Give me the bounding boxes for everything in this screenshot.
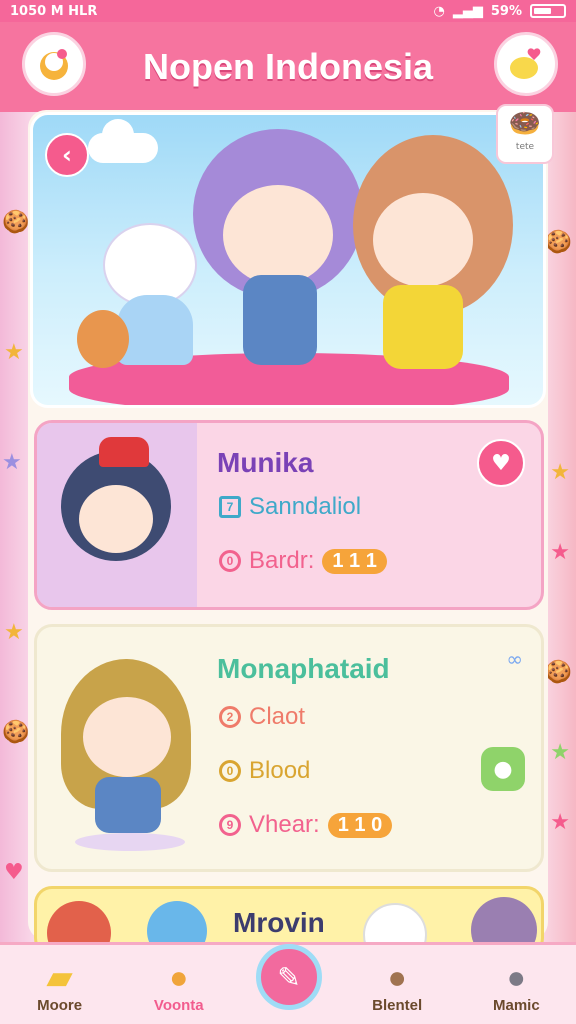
heart-icon: ♥ [4, 860, 24, 885]
favorite-button[interactable]: ♥ [477, 439, 525, 487]
profile-icon: ● [506, 959, 526, 995]
battery-icon [530, 4, 566, 18]
stat-icon: 9 [219, 814, 241, 836]
star-icon: ★ [550, 810, 570, 835]
character-name: Munika [217, 447, 314, 478]
edit-button[interactable]: ✎ [256, 944, 322, 1010]
heart-icon: ♥ [491, 450, 511, 476]
avatar-body [95, 777, 161, 833]
cookie-icon: 🍪 [544, 230, 572, 255]
cloud-decoration [88, 119, 158, 163]
stat-row: 9 Vhear: 1 1 0 [219, 811, 393, 839]
mascot-logo-icon[interactable] [22, 32, 86, 96]
star-icon: ★ [2, 450, 22, 475]
stat-label: Vhear: [249, 811, 320, 838]
character-face-illustration [373, 193, 473, 287]
stat-icon: 0 [219, 760, 241, 782]
stat-row: 2 Claot [219, 703, 305, 731]
link-icon[interactable]: ∞ [506, 647, 523, 671]
stat-icon: 0 [219, 550, 241, 572]
stat-icon: 2 [219, 706, 241, 728]
hero-banner: ‹ [30, 112, 546, 408]
bear-illustration [77, 310, 129, 368]
avatar-face [83, 697, 171, 777]
wifi-icon: ◔ [433, 3, 445, 19]
nav-label: Voonta [153, 997, 204, 1014]
character-card[interactable]: Munika 7 Sanndaliol 0 Bardr: 1 1 1 ♥ [34, 420, 544, 610]
apple-icon[interactable]: ● [481, 747, 525, 791]
nav-label: Mamic [493, 997, 540, 1014]
ghost-body-illustration [117, 295, 193, 365]
character-card[interactable]: Monaphataid 2 Claot 0 Blood 9 Vhear: 1 1… [34, 624, 544, 872]
stat-label: Sanndaliol [249, 493, 362, 520]
chat-heart-icon[interactable] [494, 32, 558, 96]
nav-item-voonta[interactable]: ● Voonta [129, 957, 229, 1014]
avatar-face [79, 485, 153, 553]
character-face-illustration [223, 185, 333, 285]
donut-icon: 🍩 [508, 109, 542, 139]
stat-label: Bardr: [249, 547, 315, 574]
folder-heart-icon: ▰ [47, 959, 72, 995]
stat-value: 1 1 0 [327, 812, 393, 838]
snail-icon: ● [387, 959, 407, 995]
character-body-illustration [383, 285, 463, 369]
stat-label: Claot [249, 703, 306, 730]
app-header: Nopen Indonesia [0, 22, 576, 112]
stat-row: 7 Sanndaliol [219, 493, 361, 521]
cookie-icon: 🍪 [2, 720, 30, 745]
avatar-shadow [75, 833, 185, 851]
star-icon: ★ [4, 620, 24, 645]
stat-label: Blood [249, 757, 311, 784]
character-name: Monaphataid [217, 653, 390, 684]
page-title: Nopen Indonesia [142, 46, 434, 87]
nav-label: Blentel [372, 997, 423, 1014]
stat-value: 1 1 1 [322, 548, 387, 574]
battery-percent: 59% [490, 3, 522, 19]
signal-icon: ▂▄▆ [452, 3, 483, 19]
stat-row: 0 Blood [219, 757, 310, 785]
nav-item-mamic[interactable]: ● Mamic [466, 957, 566, 1014]
chevron-left-icon: ‹ [62, 141, 72, 169]
stat-icon: 7 [219, 496, 241, 518]
star-icon: ★ [550, 740, 570, 765]
character-name: Mrovin [233, 907, 325, 938]
status-time: 1050 M HLR [10, 3, 98, 19]
star-icon: ★ [550, 460, 570, 485]
side-badge[interactable]: 🍩 tete [496, 104, 554, 164]
nav-label: Moore [37, 997, 83, 1014]
nav-item-blentel[interactable]: ● Blentel [347, 957, 447, 1014]
stat-row: 0 Bardr: 1 1 1 [219, 547, 387, 575]
back-button[interactable]: ‹ [45, 133, 89, 177]
pencil-icon: ✎ [277, 960, 301, 994]
star-icon: ★ [550, 540, 570, 565]
nav-item-moore[interactable]: ▰ Moore [10, 957, 110, 1014]
side-badge-label: tete [515, 142, 535, 152]
avatar-hat [99, 437, 149, 467]
character-body-illustration [243, 275, 317, 365]
status-bar: 1050 M HLR ◔ ▂▄▆ 59% [0, 0, 576, 22]
cookie-icon: 🍪 [544, 660, 572, 685]
cookie-icon: 🍪 [2, 210, 30, 235]
star-icon: ★ [4, 340, 24, 365]
bear-heart-icon: ● [169, 959, 189, 995]
